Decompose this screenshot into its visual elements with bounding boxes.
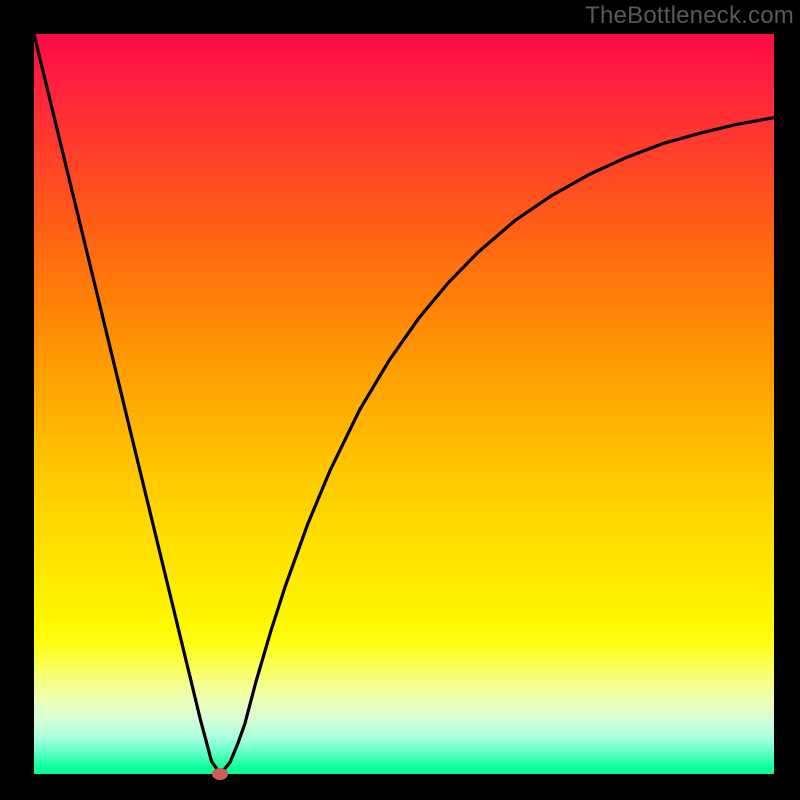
optimal-point-marker xyxy=(212,768,228,780)
watermark-text: TheBottleneck.com xyxy=(585,2,794,30)
bottleneck-curve xyxy=(34,34,774,774)
plot-area xyxy=(34,34,774,774)
curve-layer xyxy=(34,34,774,774)
chart-frame: TheBottleneck.com xyxy=(0,0,800,800)
